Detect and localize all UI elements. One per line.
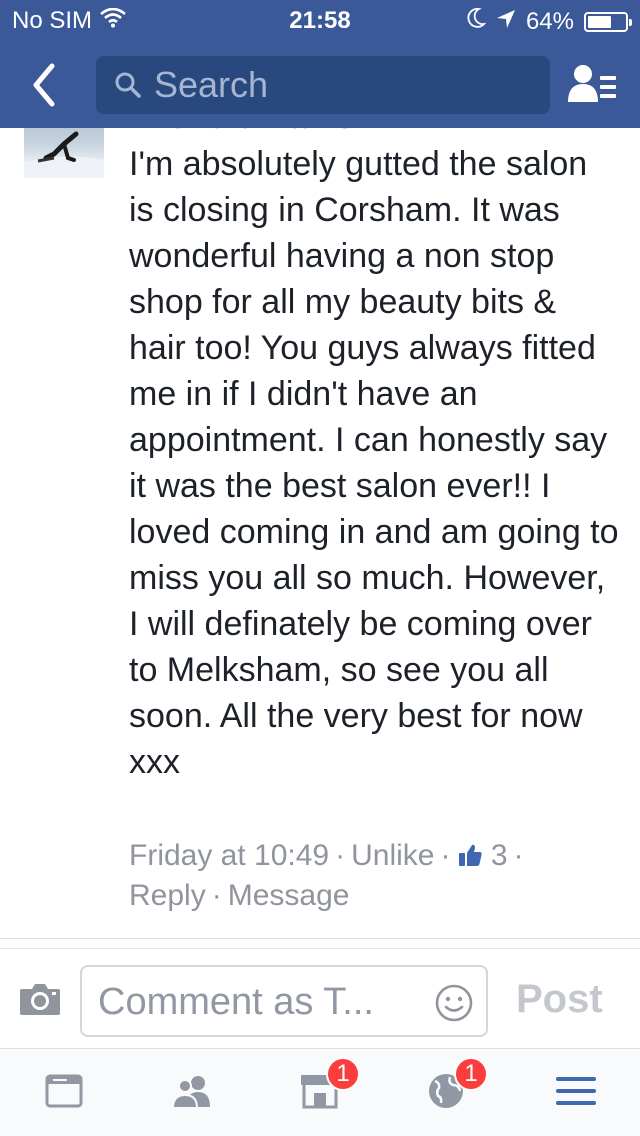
like-count: 3 bbox=[490, 839, 508, 872]
tab-bar: 1 1 bbox=[0, 1048, 640, 1136]
battery-percent: 64% bbox=[525, 7, 574, 35]
top-header: No SIM 21:58 64% Search bbox=[0, 0, 640, 128]
comment-body: I'm absolutely gutted the salon is closi… bbox=[129, 145, 619, 781]
battery-icon bbox=[584, 11, 632, 32]
comment-composer: Comment as T... Post bbox=[0, 948, 640, 1048]
marketplace-badge: 1 bbox=[326, 1057, 360, 1091]
tab-news-feed[interactable] bbox=[44, 1071, 88, 1115]
moon-icon bbox=[466, 7, 487, 36]
sticker-button[interactable] bbox=[434, 983, 474, 1023]
comment-placeholder: Comment as T... bbox=[98, 981, 374, 1023]
news-feed-icon bbox=[45, 1074, 83, 1108]
message-link[interactable]: Message bbox=[228, 879, 350, 912]
divider bbox=[0, 938, 640, 939]
tab-notifications[interactable]: 1 bbox=[426, 1057, 488, 1115]
search-placeholder: Search bbox=[154, 64, 269, 105]
chevron-left-icon bbox=[33, 63, 55, 107]
separator: · bbox=[335, 839, 346, 872]
separator: · bbox=[513, 839, 524, 872]
status-right: 64% bbox=[466, 7, 632, 36]
separator: · bbox=[211, 879, 222, 912]
comment-actions: Friday at 10:49 · Unlike · 3 · Reply · Message bbox=[129, 836, 619, 916]
smiley-icon bbox=[435, 984, 473, 1022]
menu-icon bbox=[556, 1077, 596, 1105]
camera-button[interactable] bbox=[18, 979, 62, 1019]
tab-friends[interactable] bbox=[170, 1071, 214, 1115]
reply-link[interactable]: Reply bbox=[129, 879, 206, 912]
search-icon bbox=[115, 72, 141, 98]
like-count-button[interactable]: 3 bbox=[457, 839, 508, 872]
unlike-link[interactable]: Unlike bbox=[351, 839, 434, 872]
location-arrow-icon bbox=[496, 8, 516, 36]
tab-menu[interactable] bbox=[554, 1071, 598, 1115]
separator: · bbox=[440, 839, 451, 872]
post-button[interactable]: Post bbox=[516, 977, 603, 1022]
back-button[interactable] bbox=[24, 58, 68, 112]
friends-list-button[interactable] bbox=[566, 62, 618, 106]
battery-level bbox=[588, 15, 611, 28]
notifications-badge: 1 bbox=[454, 1057, 488, 1091]
friends-list-icon bbox=[568, 65, 616, 102]
search-input[interactable]: Search bbox=[96, 56, 550, 114]
tab-marketplace[interactable]: 1 bbox=[298, 1057, 360, 1115]
thumbs-up-icon bbox=[458, 844, 482, 866]
comment-timestamp[interactable]: Friday at 10:49 bbox=[129, 839, 329, 872]
camera-icon bbox=[20, 984, 60, 1015]
status-bar: No SIM 21:58 64% bbox=[0, 0, 640, 40]
friends-icon bbox=[171, 1076, 210, 1109]
comment-input[interactable]: Comment as T... bbox=[80, 965, 488, 1037]
